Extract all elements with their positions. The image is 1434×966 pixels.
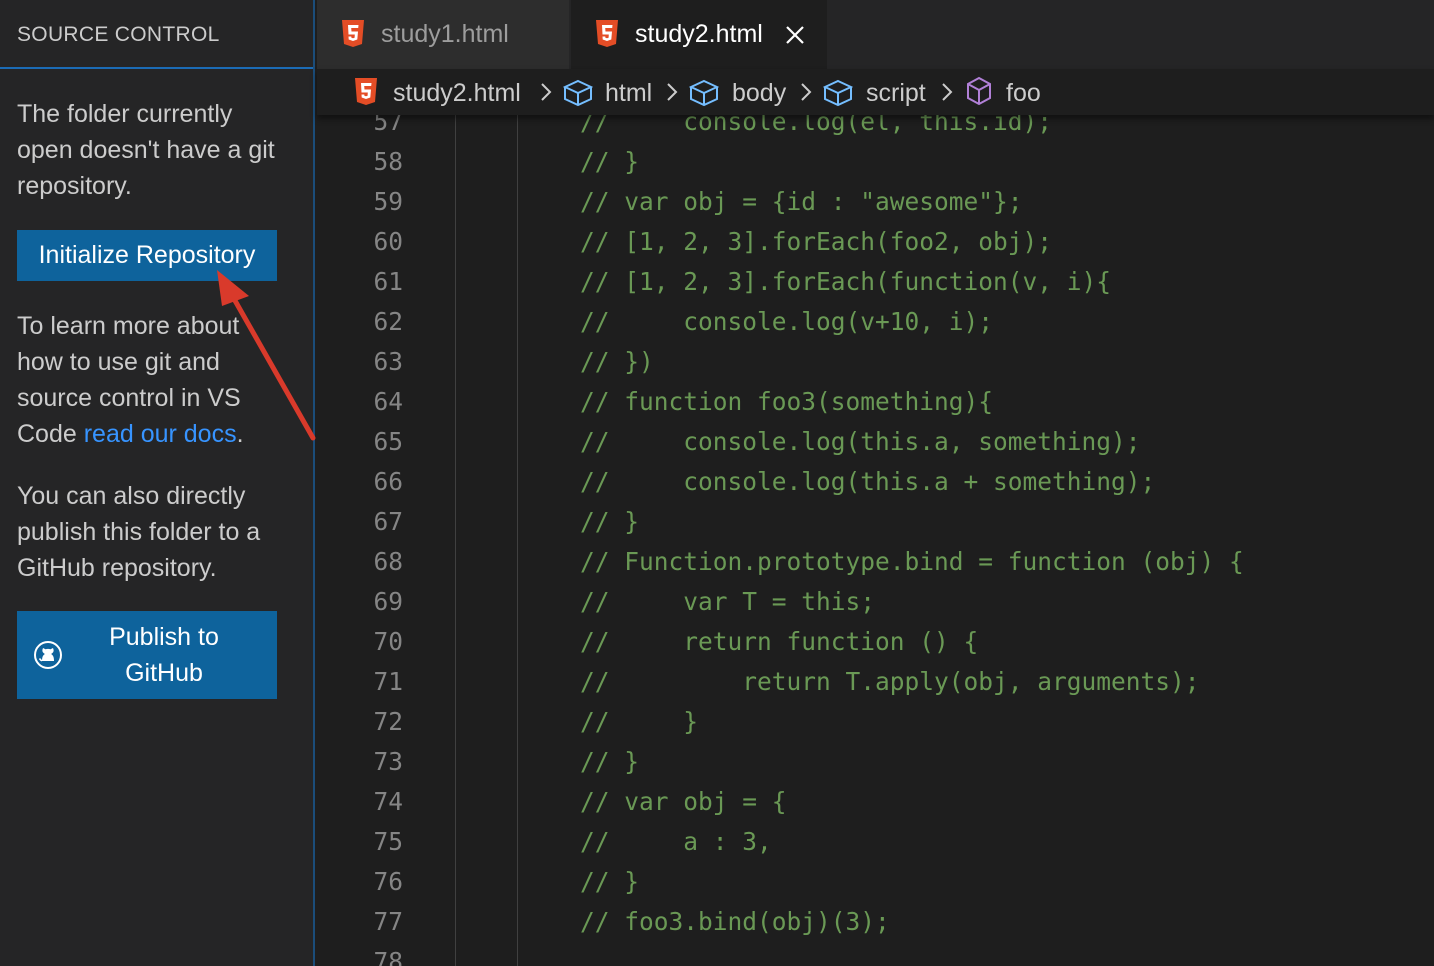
- code-line: 64 // function foo3(something){: [317, 387, 1434, 427]
- breadcrumb-script[interactable]: script: [866, 77, 926, 109]
- close-icon[interactable]: [785, 25, 805, 45]
- code-text: // return function () {: [580, 627, 979, 656]
- cube-icon: [689, 79, 719, 107]
- code-line: 77 // foo3.bind(obj)(3);: [317, 907, 1434, 947]
- code-text: // a : 3,: [580, 827, 772, 856]
- no-repo-message: The folder currently open doesn't have a…: [17, 100, 275, 200]
- tab-study1[interactable]: study1.html: [317, 0, 569, 69]
- code-editor[interactable]: 57 // console.log(el, this.id); 58 // } 59 //…: [317, 115, 1434, 966]
- code-text: // }: [580, 707, 699, 736]
- code-line: 65 // console.log(this.a, something);: [317, 427, 1434, 467]
- code-text: // }: [580, 867, 640, 896]
- code-text: // }): [580, 347, 654, 376]
- breadcrumb-body[interactable]: body: [732, 77, 786, 109]
- line-number: 71: [373, 667, 403, 696]
- html5-icon: [355, 78, 377, 105]
- line-number: 78: [373, 947, 403, 966]
- code-text: // }: [580, 147, 640, 176]
- publish-to-github-button[interactable]: Publish to GitHub: [17, 611, 277, 699]
- line-number: 63: [373, 347, 403, 376]
- line-number: 67: [373, 507, 403, 536]
- publish-label-line1: Publish to: [109, 623, 219, 651]
- code-line: 69 // var T = this;: [317, 587, 1434, 627]
- code-text: // [1, 2, 3].forEach(foo2, obj);: [580, 227, 1053, 256]
- line-number: 73: [373, 747, 403, 776]
- line-number: 66: [373, 467, 403, 496]
- line-number: 77: [373, 907, 403, 936]
- code-line: 71 // return T.apply(obj, arguments);: [317, 667, 1434, 707]
- code-line: 60 // [1, 2, 3].forEach(foo2, obj);: [317, 227, 1434, 267]
- code-line: 70 // return function () {: [317, 627, 1434, 667]
- code-text: // Function.prototype.bind = function (o…: [580, 547, 1244, 576]
- line-number: 60: [373, 227, 403, 256]
- tab-bar: study1.html study2.html: [317, 0, 1434, 69]
- line-number: 75: [373, 827, 403, 856]
- line-number: 64: [373, 387, 403, 416]
- code-line: 62 // console.log(v+10, i);: [317, 307, 1434, 347]
- line-number: 69: [373, 587, 403, 616]
- annotation-arrow: [217, 270, 316, 441]
- publish-message: You can also directly publish this folde…: [17, 482, 261, 582]
- code-line: 73 // }: [317, 747, 1434, 787]
- code-text: // var T = this;: [580, 587, 876, 616]
- code-line: 67 // }: [317, 507, 1434, 547]
- code-text: // var obj = {: [580, 787, 787, 816]
- code-line: 63 // }): [317, 347, 1434, 387]
- line-number: 72: [373, 707, 403, 736]
- code-text: // function foo3(something){: [580, 387, 994, 416]
- code-line: 72 // }: [317, 707, 1434, 747]
- line-number: 65: [373, 427, 403, 456]
- line-number: 57: [373, 115, 403, 136]
- breadcrumb-html[interactable]: html: [605, 77, 652, 109]
- html5-icon: [342, 20, 364, 47]
- chevron-right-icon: [942, 83, 953, 101]
- line-number: 62: [373, 307, 403, 336]
- tab-label: study2.html: [635, 20, 763, 48]
- line-number: 61: [373, 267, 403, 296]
- code-text: // [1, 2, 3].forEach(function(v, i){: [580, 267, 1112, 296]
- code-text: // foo3.bind(obj)(3);: [580, 907, 890, 936]
- code-line: 57 // console.log(el, this.id);: [317, 115, 1434, 147]
- code-text: // var obj = {id : "awesome"};: [580, 187, 1023, 216]
- code-line: 58 // }: [317, 147, 1434, 187]
- breadcrumb: study2.html html body script foo: [317, 69, 1434, 115]
- code-text: // }: [580, 507, 640, 536]
- breadcrumb-foo[interactable]: foo: [1006, 77, 1041, 109]
- code-line: 76 // }: [317, 867, 1434, 907]
- cube-icon: [563, 79, 593, 107]
- source-control-panel: SOURCE CONTROL The folder currently open…: [0, 0, 315, 966]
- tab-label: study1.html: [381, 20, 509, 48]
- code-line: 68 // Function.prototype.bind = function …: [317, 547, 1434, 587]
- code-text: // return T.apply(obj, arguments);: [580, 667, 1200, 696]
- code-text: // console.log(v+10, i);: [580, 307, 994, 336]
- breadcrumb-file[interactable]: study2.html: [393, 77, 521, 109]
- line-number: 74: [373, 787, 403, 816]
- code-line: 59 // var obj = {id : "awesome"};: [317, 187, 1434, 227]
- line-number: 58: [373, 147, 403, 176]
- code-text: // }: [580, 747, 640, 776]
- github-icon: [34, 641, 62, 669]
- method-cube-icon: [967, 76, 991, 106]
- cube-icon: [823, 79, 853, 107]
- code-text: // console.log(el, this.id);: [580, 115, 1053, 136]
- line-number: 76: [373, 867, 403, 896]
- publish-label-line2: GitHub: [125, 659, 203, 687]
- chevron-right-icon: [541, 83, 552, 101]
- code-line: 66 // console.log(this.a + something);: [317, 467, 1434, 507]
- code-line: 78: [317, 947, 1434, 966]
- code-text: // console.log(this.a + something);: [580, 467, 1156, 496]
- chevron-right-icon: [801, 83, 812, 101]
- tab-study2[interactable]: study2.html: [571, 0, 827, 69]
- panel-title: SOURCE CONTROL: [0, 0, 313, 69]
- code-line: 61 // [1, 2, 3].forEach(function(v, i){: [317, 267, 1434, 307]
- chevron-right-icon: [667, 83, 678, 101]
- code-text: // console.log(this.a, something);: [580, 427, 1141, 456]
- line-number: 59: [373, 187, 403, 216]
- line-number: 68: [373, 547, 403, 576]
- html5-icon: [596, 20, 618, 47]
- code-line: 75 // a : 3,: [317, 827, 1434, 867]
- line-number: 70: [373, 627, 403, 656]
- code-line: 74 // var obj = {: [317, 787, 1434, 827]
